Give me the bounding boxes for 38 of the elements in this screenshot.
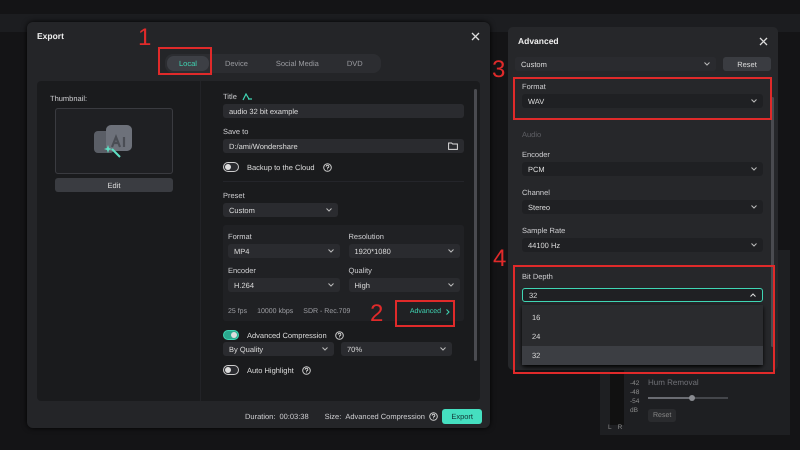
help-icon[interactable]: [428, 412, 438, 421]
hum-removal-label: Hum Removal: [648, 378, 699, 387]
chevron-down-icon: [328, 283, 334, 287]
chevron-down-icon: [448, 249, 454, 253]
help-icon[interactable]: [302, 366, 311, 374]
panel-title: Advanced: [518, 36, 559, 46]
chevron-down-icon: [322, 347, 328, 351]
slider-thumb[interactable]: [689, 395, 695, 401]
chevron-up-icon: [750, 293, 756, 297]
chevron-down-icon: [326, 208, 332, 212]
chevron-down-icon: [448, 283, 454, 287]
chevron-down-icon: [328, 249, 334, 253]
toggle-switch[interactable]: [223, 162, 239, 172]
help-icon[interactable]: [322, 162, 332, 172]
close-icon[interactable]: [759, 36, 768, 46]
chevron-down-icon: [751, 99, 757, 103]
annotation-number: 1: [138, 26, 152, 50]
dialog-title: Export: [37, 31, 64, 41]
toggle-switch[interactable]: [223, 365, 239, 375]
pen-icon[interactable]: [242, 92, 253, 100]
chevron-down-icon: [751, 243, 757, 247]
level-meter: [610, 370, 624, 425]
chevron-down-icon: [751, 167, 757, 171]
help-icon[interactable]: [334, 330, 344, 340]
close-icon[interactable]: [471, 32, 480, 40]
chevron-down-icon: [751, 205, 757, 209]
chevron-down-icon: [440, 347, 446, 351]
chevron-right-icon: [446, 308, 450, 314]
annotation-box: [395, 300, 455, 327]
chevron-down-icon: [704, 62, 710, 66]
scrollbar[interactable]: [474, 89, 477, 361]
folder-icon[interactable]: [448, 142, 458, 150]
annotation-number: 3: [492, 58, 506, 82]
scrollbar[interactable]: [771, 97, 774, 347]
toggle-switch[interactable]: [223, 330, 239, 340]
annotation-number: 4: [493, 247, 506, 271]
annotation-number: 2: [370, 302, 384, 326]
annotation-box: [158, 47, 212, 75]
